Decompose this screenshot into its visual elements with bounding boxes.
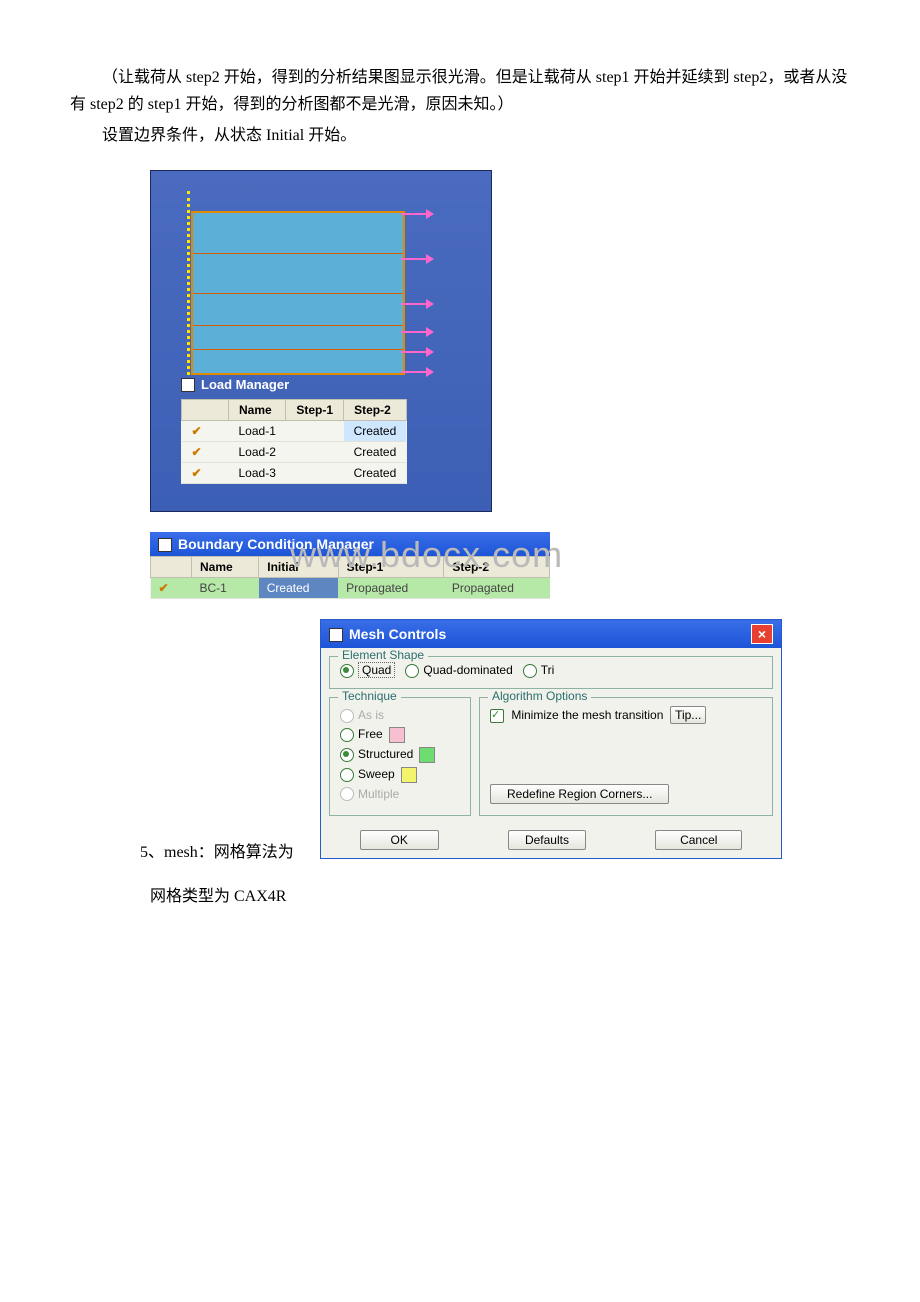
radio-multiple [340, 787, 354, 801]
check-icon: ✔ [192, 466, 206, 480]
col-name[interactable]: Name [229, 399, 286, 420]
table-row[interactable]: ✔ BC-1 Created Propagated Propagated [151, 577, 550, 598]
algorithm-options-legend: Algorithm Options [488, 689, 591, 703]
ok-button[interactable]: OK [360, 830, 439, 850]
load-arrow-icon [401, 303, 431, 305]
radio-tri[interactable] [523, 664, 537, 678]
as-is-label: As is [358, 708, 384, 722]
radio-free[interactable] [340, 728, 354, 742]
load-arrow-icon [401, 331, 431, 333]
load-arrow-icon [401, 351, 431, 353]
structured-label: Structured [358, 747, 413, 761]
load-arrow-icon [401, 213, 431, 215]
load-arrow-icon [401, 258, 431, 260]
col-step1[interactable]: Step-1 [286, 399, 344, 420]
radio-sweep[interactable] [340, 768, 354, 782]
tip-button[interactable]: Tip... [670, 706, 706, 724]
check-icon: ✔ [159, 581, 173, 595]
table-row[interactable]: ✔ Load-3 Created [182, 462, 407, 483]
quad-label: Quad [358, 662, 395, 678]
sweep-color-swatch [401, 767, 417, 783]
radio-quad-dominated[interactable] [405, 664, 419, 678]
free-color-swatch [389, 727, 405, 743]
sweep-label: Sweep [358, 767, 395, 781]
redefine-region-corners-button[interactable]: Redefine Region Corners... [490, 784, 669, 804]
table-row[interactable]: ✔ Load-1 Created [182, 420, 407, 441]
free-label: Free [358, 727, 383, 741]
boundary-condition-manager: Boundary Condition Manager www.bdocx.com… [150, 532, 550, 599]
col-step2[interactable]: Step-2 [344, 399, 407, 420]
table-row[interactable]: ✔ Load-2 Created [182, 441, 407, 462]
cancel-button[interactable]: Cancel [655, 830, 742, 850]
close-icon[interactable]: × [751, 624, 773, 644]
load-manager-table: Name Step-1 Step-2 ✔ Load-1 Created ✔ Lo… [181, 399, 407, 484]
technique-legend: Technique [338, 689, 401, 703]
structured-color-swatch [419, 747, 435, 763]
check-icon: ✔ [192, 424, 206, 438]
line-6: 网格类型为 CAX4R [150, 883, 850, 910]
paragraph-1: （让载荷从 step2 开始，得到的分析结果图显示很光滑。但是让载荷从 step… [70, 64, 850, 118]
load-manager-title: Load Manager [181, 377, 289, 393]
mesh-controls-dialog: Mesh Controls × Element Shape Quad Quad-… [320, 619, 782, 859]
element-shape-legend: Element Shape [338, 648, 428, 662]
mesh-controls-title: Mesh Controls [349, 626, 446, 642]
radio-quad[interactable] [340, 664, 354, 678]
radio-structured[interactable] [340, 748, 354, 762]
load-arrow-icon [401, 371, 431, 373]
line-5: 5、mesh：网格算法为 [140, 839, 294, 866]
tri-label: Tri [541, 663, 555, 677]
radio-as-is [340, 709, 354, 723]
quad-dom-label: Quad-dominated [423, 663, 512, 677]
check-icon: ✔ [192, 445, 206, 459]
defaults-button[interactable]: Defaults [508, 830, 586, 850]
minimize-label: Minimize the mesh transition [511, 708, 663, 722]
checkbox-minimize-transition[interactable] [490, 709, 504, 723]
multiple-label: Multiple [358, 787, 399, 801]
abaqus-viewport: Load Manager Name Step-1 Step-2 ✔ Load-1… [150, 170, 492, 512]
paragraph-2: 设置边界条件，从状态 Initial 开始。 [70, 122, 850, 149]
col-name[interactable]: Name [192, 556, 259, 577]
